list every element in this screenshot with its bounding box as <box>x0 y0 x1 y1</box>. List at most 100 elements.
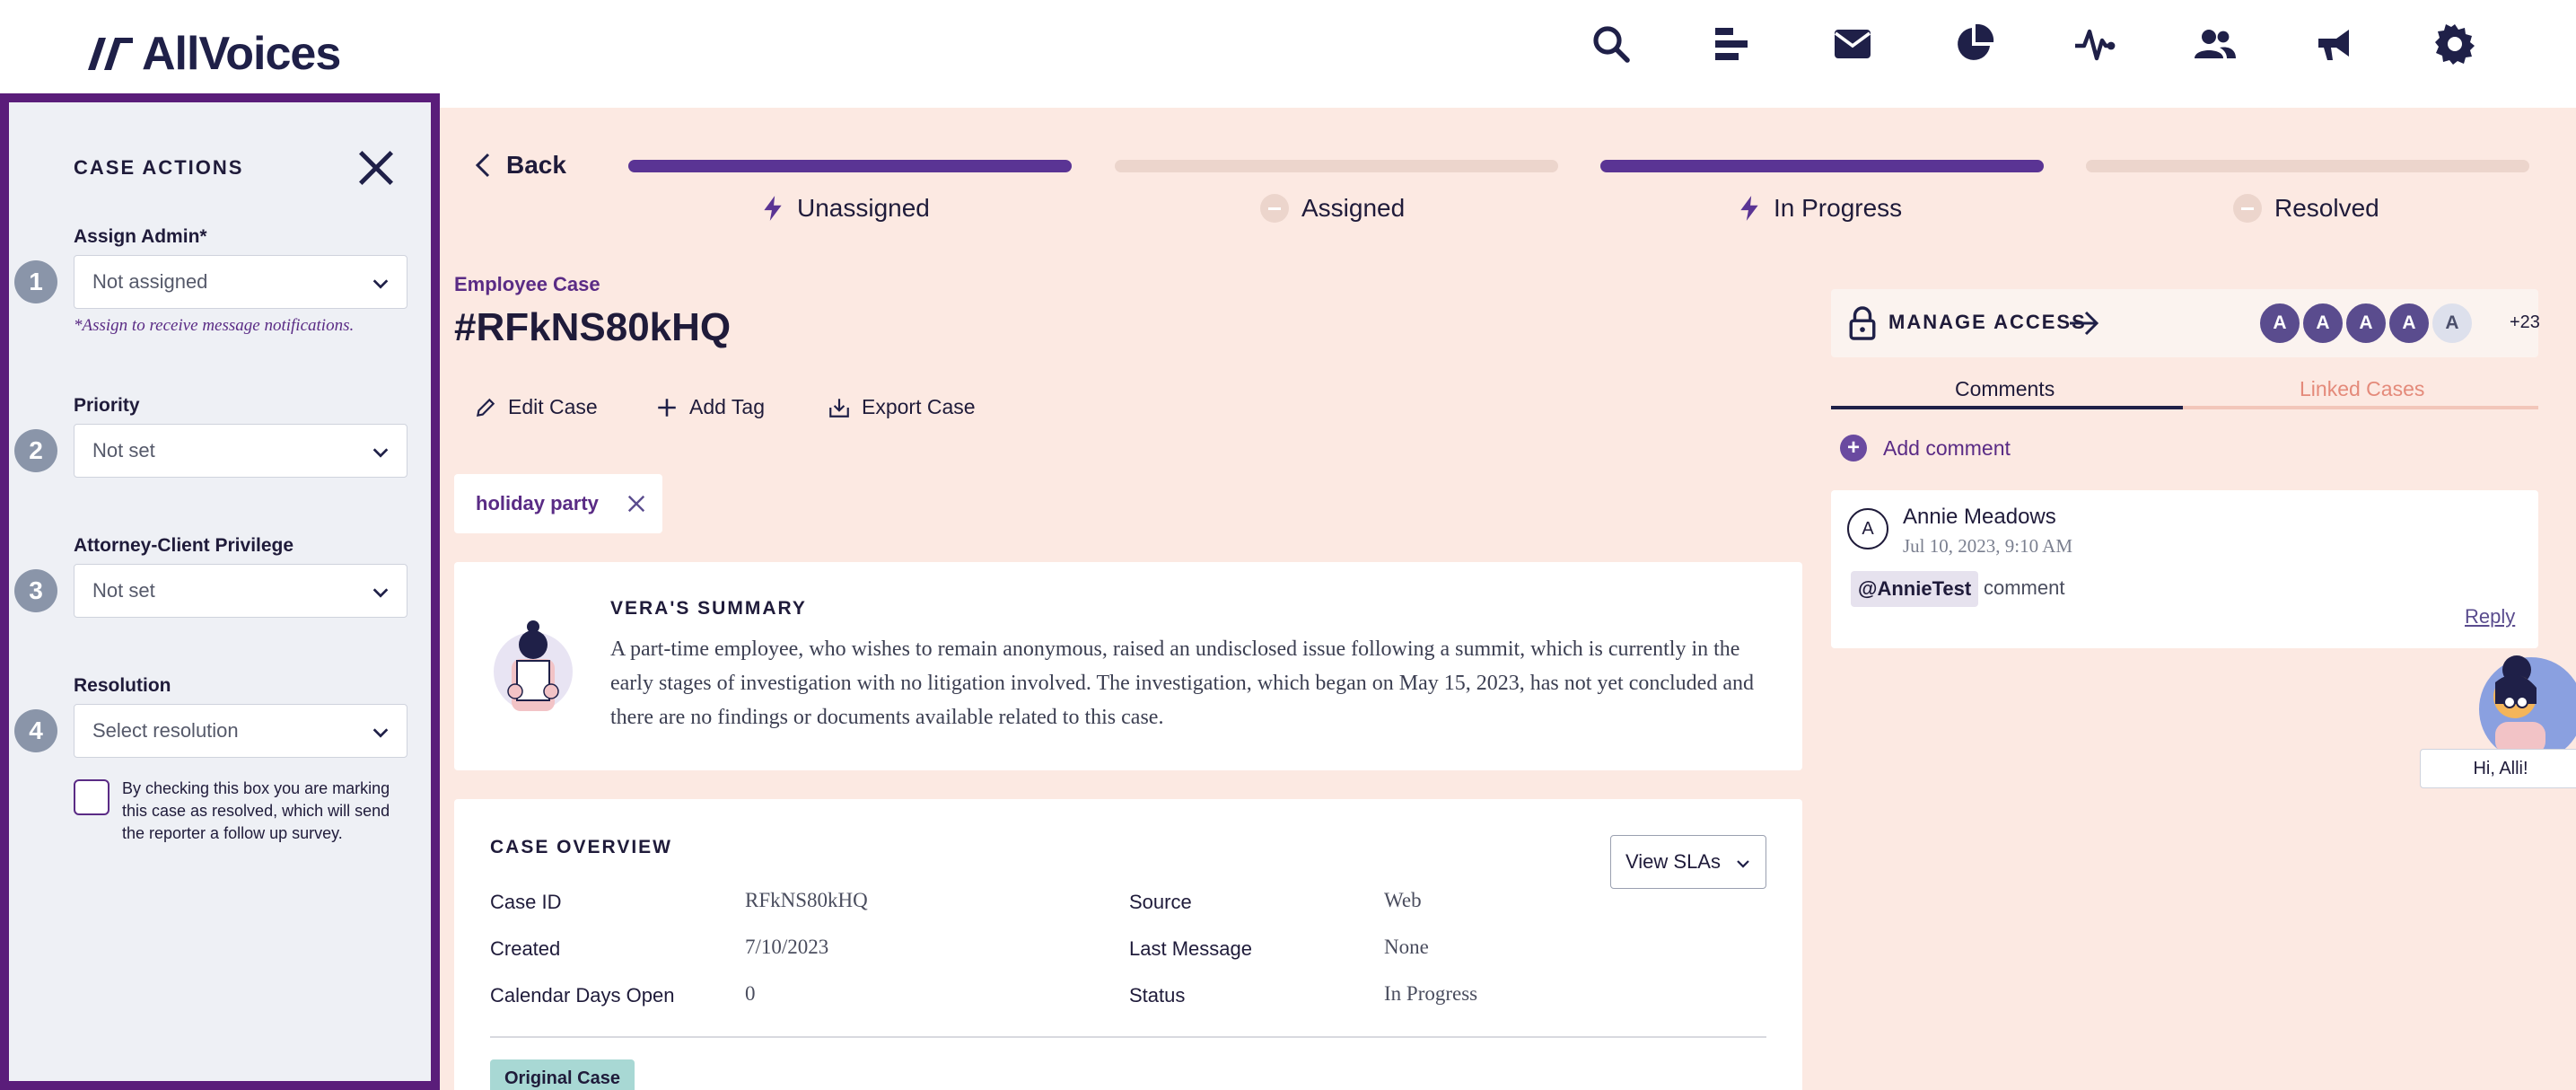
allvoices-logo-mark-icon <box>88 38 133 70</box>
member-avatar[interactable]: A <box>2301 302 2344 345</box>
overview-value: 0 <box>745 982 756 1005</box>
comment-text: comment <box>1984 576 2065 599</box>
case-actions-title: CASE ACTIONS <box>74 156 244 179</box>
resolution-label: Resolution <box>74 675 171 696</box>
assign-admin-hint: *Assign to receive message notifications… <box>74 316 355 335</box>
assign-admin-value: Not assigned <box>92 270 208 293</box>
analytics-pie-icon[interactable] <box>1948 18 2000 70</box>
chevron-down-icon <box>1737 860 1749 868</box>
close-icon[interactable] <box>355 147 397 189</box>
overview-value: 7/10/2023 <box>745 936 829 958</box>
remove-tag-icon[interactable] <box>626 494 646 514</box>
stage-label: Resolved <box>2274 194 2379 222</box>
plus-icon: + <box>1840 435 1867 461</box>
avatar: A <box>1847 508 1888 549</box>
resolution-select[interactable]: Select resolution <box>74 704 407 758</box>
priority-select[interactable]: Not set <box>74 424 407 478</box>
manage-access-bar[interactable]: MANAGE ACCESS A A A A A +23 <box>1831 289 2540 357</box>
add-comment-label: Add comment <box>1883 435 2011 460</box>
back-button[interactable]: Back <box>474 151 566 180</box>
case-overview-title: CASE OVERVIEW <box>490 837 672 857</box>
progress-bar-assigned <box>1115 160 1558 172</box>
add-tag-button[interactable]: Add Tag <box>655 395 765 419</box>
progress-bar-resolved <box>2086 160 2529 172</box>
tag-label: holiday party <box>476 492 599 514</box>
original-case-badge: Original Case <box>490 1059 635 1090</box>
priority-label: Priority <box>74 395 140 416</box>
overview-value: In Progress <box>1384 982 1478 1005</box>
top-navigation-bar: AllVoices <box>0 0 2576 108</box>
stage-label: Unassigned <box>797 194 930 222</box>
step-number-3: 3 <box>14 569 57 612</box>
comment-item: A Annie Meadows Jul 10, 2023, 9:10 AM @A… <box>1831 490 2538 648</box>
alli-assistant-illustration[interactable] <box>2423 646 2576 754</box>
overview-key: Last Message <box>1129 937 1252 960</box>
progress-bar-unassigned <box>628 160 1072 172</box>
tab-linked-underline <box>2183 406 2538 409</box>
pending-icon <box>2233 194 2262 223</box>
stage-in-progress: In Progress <box>1738 194 1902 223</box>
progress-bar-in-progress <box>1600 160 2044 172</box>
divider <box>490 1036 1766 1038</box>
settings-gear-icon[interactable] <box>2429 18 2481 70</box>
arrow-right-icon <box>2070 311 2099 336</box>
resolve-checkbox[interactable] <box>74 779 110 815</box>
chevron-down-icon <box>372 588 389 598</box>
export-case-button[interactable]: Export Case <box>828 395 976 419</box>
tag-chip: holiday party <box>454 474 662 533</box>
vera-avatar-illustration <box>494 620 573 711</box>
lightning-icon <box>1740 196 1758 221</box>
edit-case-button[interactable]: Edit Case <box>474 395 598 419</box>
resolution-value: Select resolution <box>92 719 239 742</box>
case-overview-card: CASE OVERVIEW View SLAs Case ID RFkNS80k… <box>454 799 1802 1090</box>
tab-linked-cases[interactable]: Linked Cases <box>2300 377 2424 401</box>
member-avatar[interactable]: A <box>2431 302 2474 345</box>
assistant-greeting[interactable]: Hi, Alli! <box>2420 749 2576 788</box>
allvoices-logo[interactable]: AllVoices <box>86 25 341 83</box>
comment-timestamp: Jul 10, 2023, 9:10 AM <box>1903 535 2073 557</box>
edit-case-label: Edit Case <box>508 395 598 418</box>
users-icon[interactable] <box>2188 18 2240 70</box>
view-slas-label: View SLAs <box>1625 850 1721 873</box>
attorney-client-privilege-select[interactable]: Not set <box>74 564 407 618</box>
summary-text: A part-time employee, who wishes to rema… <box>610 637 1754 729</box>
mention-chip[interactable]: @AnnieTest <box>1851 571 1979 607</box>
reports-icon[interactable] <box>1705 18 1757 70</box>
back-label: Back <box>506 151 566 179</box>
add-comment-button[interactable]: + Add comment <box>1840 435 2011 461</box>
priority-value: Not set <box>92 439 155 461</box>
more-members-count[interactable]: +23 <box>2510 312 2540 333</box>
announcements-icon[interactable] <box>2309 18 2361 70</box>
member-avatar[interactable]: A <box>2344 302 2388 345</box>
overview-key: Source <box>1129 891 1192 913</box>
tab-comments-underline <box>1831 406 2183 409</box>
search-icon[interactable] <box>1585 18 1637 70</box>
stage-label: Assigned <box>1301 194 1406 222</box>
step-number-2: 2 <box>14 429 57 472</box>
tab-comments[interactable]: Comments <box>1955 377 2055 401</box>
chevron-down-icon <box>372 448 389 458</box>
brand-name: AllVoices <box>142 28 341 80</box>
view-slas-dropdown[interactable]: View SLAs <box>1610 835 1766 889</box>
export-icon <box>829 398 849 418</box>
case-title: #RFkNS80kHQ <box>454 305 732 349</box>
chevron-left-icon <box>475 153 490 178</box>
case-type-label: Employee Case <box>454 273 600 295</box>
assign-admin-select[interactable]: Not assigned <box>74 255 407 309</box>
overview-key: Case ID <box>490 891 562 913</box>
mail-icon[interactable] <box>1827 18 1879 70</box>
member-avatar[interactable]: A <box>2258 302 2301 345</box>
pending-icon <box>1260 194 1289 223</box>
step-number-1: 1 <box>14 260 57 303</box>
summary-title: VERA'S SUMMARY <box>610 598 807 619</box>
activity-icon[interactable] <box>2069 18 2121 70</box>
assign-admin-label: Assign Admin* <box>74 226 207 247</box>
reply-link[interactable]: Reply <box>2465 605 2515 629</box>
chevron-down-icon <box>372 279 389 289</box>
vera-summary-card: VERA'S SUMMARY A part-time employee, who… <box>454 562 1802 770</box>
member-avatar[interactable]: A <box>2388 302 2431 345</box>
overview-key: Status <box>1129 984 1186 1006</box>
add-tag-label: Add Tag <box>689 395 765 418</box>
overview-value: RFkNS80kHQ <box>745 889 868 911</box>
step-number-4: 4 <box>14 709 57 752</box>
